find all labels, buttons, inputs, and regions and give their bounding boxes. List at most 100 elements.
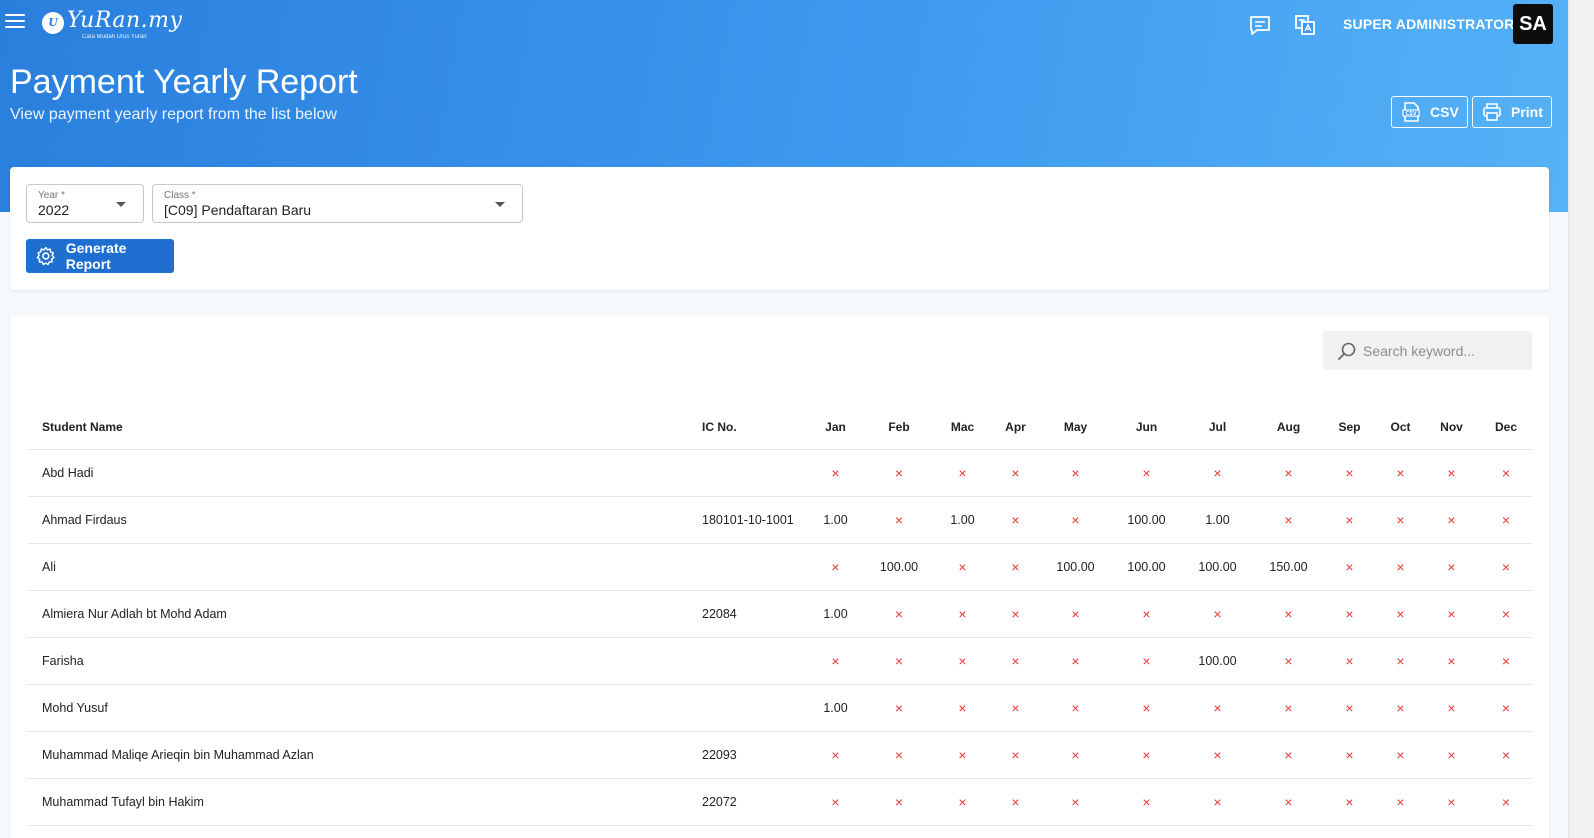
close-icon: ×	[894, 511, 904, 528]
unpaid-cell: ×	[1378, 449, 1423, 497]
unpaid-cell: ×	[931, 684, 994, 732]
close-icon: ×	[1501, 699, 1511, 716]
close-icon: ×	[1396, 699, 1405, 716]
unpaid-cell: ×	[804, 637, 867, 685]
table-row: Muhammad Maliqe Arieqin bin Muhammad Azl…	[27, 731, 1532, 779]
unpaid-cell: ×	[1480, 684, 1532, 732]
payment-amount-cell: 1.00	[931, 496, 994, 544]
year-select[interactable]: Year * 2022	[26, 184, 144, 223]
close-icon: ×	[1011, 511, 1020, 528]
menu-icon[interactable]	[5, 14, 25, 34]
unpaid-cell: ×	[1378, 684, 1423, 732]
close-icon: ×	[1284, 699, 1293, 716]
user-name[interactable]: SUPER ADMINISTRATOR	[1343, 16, 1515, 32]
close-icon: ×	[958, 558, 967, 575]
ic-number-cell: 180101-10-1001	[687, 496, 804, 544]
search-box[interactable]	[1323, 331, 1532, 370]
close-icon: ×	[1213, 793, 1222, 810]
unpaid-cell: ×	[1480, 778, 1532, 826]
student-name-cell: Abd Hadi	[27, 449, 687, 497]
column-header: Jul	[1179, 405, 1256, 450]
top-bar: U YuRan.my Cara Mudah Urus Yuran SUPER A…	[0, 0, 1568, 50]
unpaid-cell: ×	[1480, 590, 1532, 638]
close-icon: ×	[1142, 793, 1151, 810]
unpaid-cell: ×	[1256, 778, 1321, 826]
column-header: IC No.	[687, 405, 804, 450]
csv-label: CSV	[1430, 104, 1459, 120]
unpaid-cell: ×	[1037, 449, 1114, 497]
translate-icon[interactable]	[1292, 12, 1318, 38]
close-icon: ×	[1501, 793, 1511, 810]
close-icon: ×	[1011, 558, 1020, 575]
unpaid-cell: ×	[804, 543, 867, 591]
close-icon: ×	[1213, 605, 1222, 622]
unpaid-cell: ×	[1423, 449, 1480, 497]
unpaid-cell: ×	[994, 496, 1037, 544]
column-header: Feb	[867, 405, 931, 450]
close-icon: ×	[1447, 605, 1456, 622]
student-name-cell: Almiera Nur Adlah bt Mohd Adam	[27, 590, 687, 638]
print-button[interactable]: Print	[1472, 96, 1552, 128]
gear-icon	[36, 246, 55, 266]
close-icon: ×	[894, 699, 904, 716]
unpaid-cell: ×	[1321, 496, 1378, 544]
generate-report-label: Generate Report	[65, 240, 127, 272]
unpaid-cell: ×	[931, 543, 994, 591]
unpaid-cell: ×	[1480, 543, 1532, 591]
messages-icon[interactable]	[1247, 12, 1273, 38]
ic-number-cell	[687, 684, 804, 732]
table-body: Abd Hadi × × × × × × × × × × × × Ahmad Firdaus 180101-…	[27, 449, 1532, 826]
search-icon	[1338, 342, 1356, 360]
unpaid-cell: ×	[1179, 684, 1256, 732]
table-row: Farisha × × × × × × 100.00 × × × × ×	[27, 637, 1532, 685]
unpaid-cell: ×	[1037, 637, 1114, 685]
page-scrollbar[interactable]	[1568, 0, 1594, 838]
export-csv-button[interactable]: CSV CSV	[1391, 96, 1468, 128]
close-icon: ×	[1011, 746, 1020, 763]
unpaid-cell: ×	[1378, 778, 1423, 826]
avatar[interactable]: SA	[1513, 4, 1553, 44]
unpaid-cell: ×	[1256, 731, 1321, 779]
close-icon: ×	[894, 746, 904, 763]
unpaid-cell: ×	[1114, 778, 1179, 826]
search-input[interactable]	[1363, 331, 1523, 370]
close-icon: ×	[1345, 746, 1354, 763]
close-icon: ×	[1396, 652, 1405, 669]
column-header: Sep	[1321, 405, 1378, 450]
logo-text: YuRan.my	[67, 8, 183, 33]
close-icon: ×	[1447, 464, 1456, 481]
close-icon: ×	[1071, 511, 1080, 528]
close-icon: ×	[1396, 558, 1405, 575]
unpaid-cell: ×	[1256, 637, 1321, 685]
unpaid-cell: ×	[1114, 449, 1179, 497]
close-icon: ×	[1284, 652, 1293, 669]
ic-number-cell	[687, 543, 804, 591]
close-icon: ×	[1345, 464, 1354, 481]
close-icon: ×	[1011, 464, 1020, 481]
unpaid-cell: ×	[1480, 496, 1532, 544]
close-icon: ×	[1284, 464, 1293, 481]
close-icon: ×	[1213, 699, 1222, 716]
unpaid-cell: ×	[1480, 637, 1532, 685]
unpaid-cell: ×	[1037, 590, 1114, 638]
unpaid-cell: ×	[994, 684, 1037, 732]
close-icon: ×	[1345, 793, 1354, 810]
class-select[interactable]: Class * [C09] Pendaftaran Baru	[152, 184, 523, 223]
student-name-cell: Ali	[27, 543, 687, 591]
close-icon: ×	[894, 793, 904, 810]
class-label: Class *	[164, 190, 196, 201]
close-icon: ×	[1447, 699, 1456, 716]
student-name-cell: Muhammad Maliqe Arieqin bin Muhammad Azl…	[27, 731, 687, 779]
print-label: Print	[1511, 104, 1543, 120]
generate-report-button[interactable]: Generate Report	[26, 239, 174, 273]
unpaid-cell: ×	[1378, 590, 1423, 638]
column-header: Student Name	[27, 405, 687, 450]
close-icon: ×	[1071, 699, 1080, 716]
close-icon: ×	[1071, 605, 1080, 622]
close-icon: ×	[958, 699, 967, 716]
close-icon: ×	[1501, 464, 1511, 481]
column-header: May	[1037, 405, 1114, 450]
close-icon: ×	[1284, 605, 1293, 622]
year-value: 2022	[38, 202, 70, 218]
column-header: Apr	[994, 405, 1037, 450]
